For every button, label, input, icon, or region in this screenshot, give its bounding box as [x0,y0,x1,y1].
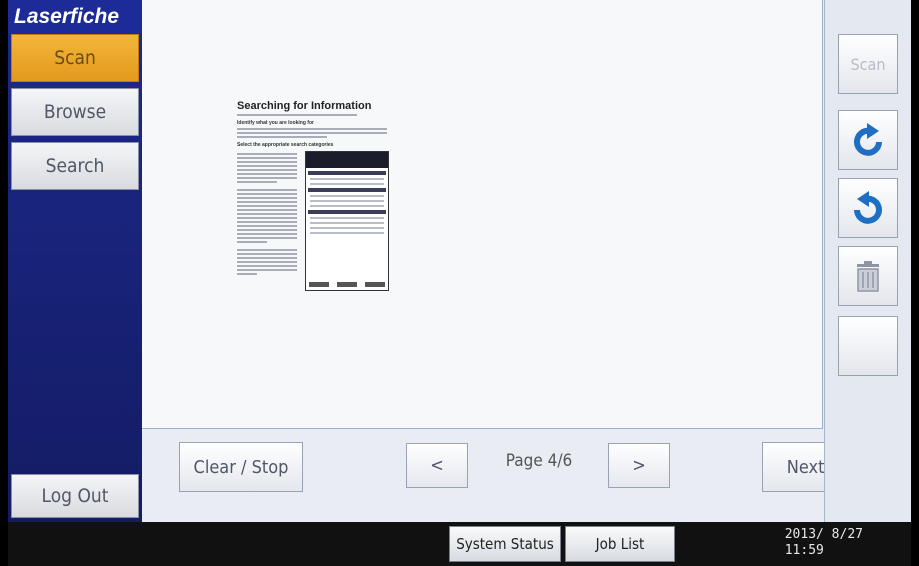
sidebar-item-browse[interactable]: Browse [11,88,139,136]
status-bar: System Status Job List 2013/ 8/27 11:59 [8,522,911,566]
sidebar-item-scan[interactable]: Scan [11,34,139,82]
right-toolbar: Scan [824,0,911,522]
next-page-button[interactable]: > [608,443,670,488]
system-status-button[interactable]: System Status [449,526,561,562]
scan-preview: Searching for Information Identify what … [142,0,823,429]
delete-button[interactable] [838,246,898,306]
page-indicator: Page 4/6 [505,451,573,471]
job-list-button[interactable]: Job List [565,526,675,562]
clear-stop-button[interactable]: Clear / Stop [179,442,303,492]
doc-title: Searching for Information [237,100,372,112]
main-area: Searching for Information Identify what … [142,0,868,522]
sidebar: Laserfiche Scan Browse Search Log Out [8,0,142,522]
doc-text-column [237,151,297,277]
date-time: 2013/ 8/27 11:59 [785,527,863,559]
date-text: 2013/ 8/27 [784,527,863,542]
rotate-clockwise-icon [854,123,882,156]
document-thumbnail: Searching for Information Identify what … [237,100,389,320]
laserfiche-logo: Laserfiche [8,0,142,33]
time-text: 11:59 [784,543,824,558]
doc-screenshot-figure [305,151,389,291]
rotate-counterclockwise-button[interactable] [838,178,898,238]
previous-page-button[interactable]: < [406,443,468,488]
logout-button[interactable]: Log Out [11,474,139,518]
trash-icon [857,261,879,292]
rotate-counterclockwise-icon [854,191,882,224]
scan-button[interactable]: Scan [838,34,898,94]
empty-tool-button[interactable] [838,316,898,376]
doc-heading-2: Select the appropriate search categories [237,142,334,148]
doc-heading-1: Identify what you are looking for [237,120,314,126]
sidebar-item-search[interactable]: Search [11,142,139,190]
rotate-clockwise-button[interactable] [838,110,898,170]
